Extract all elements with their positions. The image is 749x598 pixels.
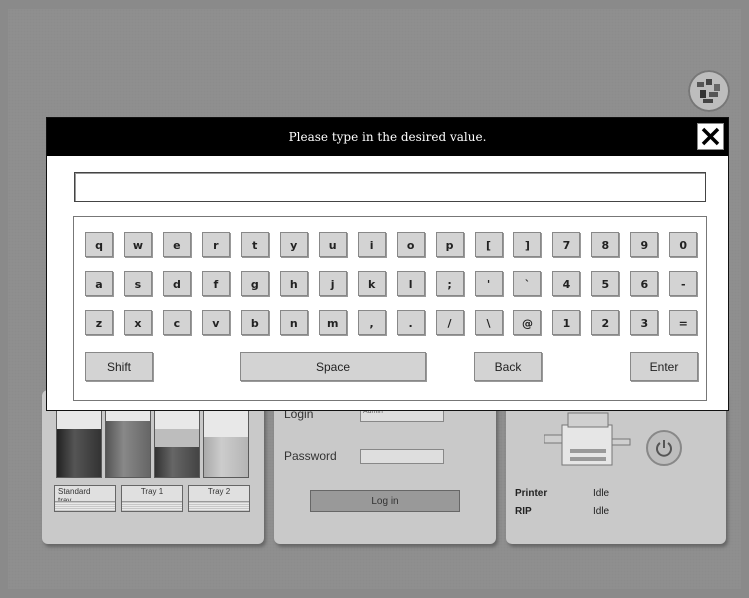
rip-status-label: RIP: [515, 506, 532, 517]
key-row1-12[interactable]: 7: [552, 232, 581, 257]
key-row2-14[interactable]: 6: [630, 271, 659, 296]
tray-label-2[interactable]: Tray 2: [188, 485, 250, 512]
key-row1-14[interactable]: 9: [630, 232, 659, 257]
key-row3-6[interactable]: m: [318, 310, 347, 335]
tray-level-2: [154, 410, 200, 478]
tray-panel: Standard tray Tray 1 Tray 2: [42, 390, 264, 544]
key-row2-11[interactable]: `: [513, 271, 542, 296]
rip-status-value: Idle: [593, 506, 610, 517]
space-key[interactable]: Space: [240, 352, 426, 381]
key-row2-3[interactable]: f: [201, 271, 230, 296]
key-row1-8[interactable]: o: [396, 232, 425, 257]
password-field[interactable]: [360, 449, 444, 464]
keyboard-dialog: Please type in the desired value. qwerty…: [46, 117, 729, 411]
enter-key[interactable]: Enter: [630, 352, 698, 381]
printer-icon: [543, 405, 634, 478]
key-row1-0[interactable]: q: [85, 232, 113, 257]
key-row1-3[interactable]: r: [201, 232, 230, 257]
key-row2-7[interactable]: k: [357, 271, 386, 296]
power-icon: [656, 440, 672, 457]
key-row1-9[interactable]: p: [435, 232, 464, 257]
key-row1-2[interactable]: e: [162, 232, 191, 257]
key-row3-10[interactable]: \: [474, 310, 503, 335]
key-row1-1[interactable]: w: [123, 232, 152, 257]
key-row3-0[interactable]: z: [85, 310, 113, 335]
value-input[interactable]: [74, 172, 706, 202]
key-row2-5[interactable]: h: [279, 271, 308, 296]
key-row1-7[interactable]: i: [357, 232, 386, 257]
tray-label-strip: [122, 501, 182, 511]
login-panel: Login Admin Password Log in: [274, 390, 496, 544]
key-row2-10[interactable]: ': [474, 271, 503, 296]
key-row2-9[interactable]: ;: [435, 271, 464, 296]
password-label: Password: [284, 449, 337, 463]
back-key[interactable]: Back: [474, 352, 542, 381]
key-row2-8[interactable]: l: [396, 271, 425, 296]
key-row3-2[interactable]: c: [162, 310, 191, 335]
tray-level-standard: [56, 410, 102, 478]
printer-panel: Printer Idle RIP Idle: [506, 390, 726, 544]
key-row3-8[interactable]: .: [396, 310, 425, 335]
key-row3-15[interactable]: =: [669, 310, 698, 335]
printer-status-value: Idle: [593, 488, 610, 499]
dialog-titlebar: Please type in the desired value.: [47, 118, 728, 156]
key-row2-2[interactable]: d: [162, 271, 191, 296]
on-screen-keyboard: q w e r t y u i o p [] 7 8 9 0 a s d f g h j k l; ' ` 4 5 6- z x c v b n m,…: [73, 216, 707, 401]
key-row1-10[interactable]: [: [474, 232, 503, 257]
tray-level-3: [203, 410, 249, 478]
key-row2-12[interactable]: 4: [552, 271, 581, 296]
tray-label-standard-line1: Standard: [58, 487, 91, 496]
key-row3-11[interactable]: @: [513, 310, 542, 335]
shift-key[interactable]: Shift: [85, 352, 153, 381]
key-row2-15[interactable]: -: [669, 271, 698, 296]
key-row3-4[interactable]: b: [240, 310, 269, 335]
tray-label-strip: [55, 501, 115, 511]
key-row3-13[interactable]: 2: [591, 310, 620, 335]
key-row1-13[interactable]: 8: [591, 232, 620, 257]
printer-status-label: Printer: [515, 488, 548, 499]
key-row3-1[interactable]: x: [123, 310, 152, 335]
tray-label-1-text: Tray 1: [140, 487, 164, 496]
close-icon: [701, 127, 720, 146]
tray-label-1[interactable]: Tray 1: [121, 485, 183, 512]
tray-label-standard[interactable]: Standard tray: [54, 485, 116, 512]
dialog-title: Please type in the desired value.: [288, 130, 487, 144]
key-row1-11[interactable]: ]: [513, 232, 542, 257]
key-row1-6[interactable]: u: [318, 232, 347, 257]
log-in-button[interactable]: Log in: [310, 490, 460, 512]
tray-label-2-text: Tray 2: [207, 487, 231, 496]
key-row3-9[interactable]: /: [435, 310, 464, 335]
key-row2-1[interactable]: s: [123, 271, 152, 296]
tray-label-strip: [189, 501, 249, 511]
key-row1-5[interactable]: y: [279, 232, 308, 257]
power-button[interactable]: [646, 430, 682, 466]
key-row1-4[interactable]: t: [240, 232, 269, 257]
key-row2-6[interactable]: j: [318, 271, 347, 296]
key-row2-4[interactable]: g: [240, 271, 269, 296]
close-button[interactable]: [697, 123, 724, 150]
key-row2-13[interactable]: 5: [591, 271, 620, 296]
key-row1-15[interactable]: 0: [669, 232, 698, 257]
key-row2-0[interactable]: a: [85, 271, 113, 296]
brand-logo-icon: [688, 70, 730, 112]
key-row3-7[interactable]: ,: [357, 310, 386, 335]
key-row3-3[interactable]: v: [201, 310, 230, 335]
key-row3-5[interactable]: n: [279, 310, 308, 335]
key-row3-14[interactable]: 3: [630, 310, 659, 335]
tray-level-1: [105, 410, 151, 478]
key-row3-12[interactable]: 1: [552, 310, 581, 335]
